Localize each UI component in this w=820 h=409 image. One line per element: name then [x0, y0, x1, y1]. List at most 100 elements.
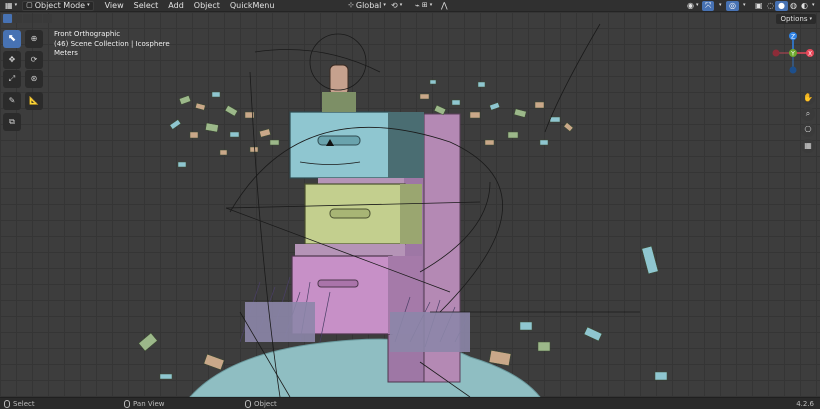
- gizmo-z-label: Z: [791, 34, 795, 41]
- shading-dropdown[interactable]: ▾: [809, 1, 818, 11]
- gizmo-z-negative[interactable]: [789, 66, 797, 74]
- status-pan: Pan View: [124, 399, 165, 408]
- tool-transform[interactable]: ⊛: [25, 70, 43, 88]
- material-sphere-icon: ◍: [790, 0, 797, 10]
- scale-icon: ⤢: [8, 74, 16, 83]
- transform-orientation-dropdown[interactable]: ⊹ Global ▾: [345, 1, 389, 11]
- chevron-down-icon: ▾: [399, 2, 403, 8]
- crosshair-circle-icon: ⊕: [30, 34, 38, 43]
- viewport-header: ▦ ▾ ▢ Object Mode ▾ View Select Add Obje…: [0, 0, 820, 12]
- figure-head: [329, 64, 349, 96]
- magnet-icon: ⌁: [415, 0, 420, 10]
- menu-view[interactable]: View: [100, 1, 129, 10]
- tool-scale[interactable]: ⤢: [3, 70, 21, 88]
- status-object-label: Object: [254, 399, 277, 408]
- chevron-down-icon: ▾: [383, 2, 386, 8]
- chevron-down-icon: ▾: [695, 2, 699, 8]
- gizmo-y-label: Y: [790, 51, 795, 58]
- menu-add[interactable]: Add: [163, 1, 189, 10]
- tool-measure[interactable]: 📐: [25, 92, 43, 110]
- grid-icon: ▦: [804, 141, 812, 150]
- zoom-view-button[interactable]: ⌕: [801, 107, 815, 121]
- transform-icon: ⊛: [30, 74, 38, 83]
- chevron-down-icon: ▾: [743, 2, 746, 8]
- viewport-info: Front Orthographic (46) Scene Collection…: [54, 30, 170, 59]
- mode-selector[interactable]: ▢ Object Mode ▾: [22, 0, 94, 11]
- select-new-button[interactable]: [3, 14, 12, 23]
- overlays-icon: ◎: [729, 0, 736, 10]
- status-object: Object: [245, 399, 277, 408]
- move-arrows-icon: ✥: [8, 55, 16, 64]
- hand-icon: ✋: [803, 93, 813, 102]
- editor-type-button[interactable]: ▦ ▾: [2, 1, 20, 11]
- camera-view-button[interactable]: ⎔: [801, 123, 815, 137]
- status-select: Select: [4, 399, 35, 408]
- chevron-down-icon: ▾: [809, 15, 812, 22]
- chevron-down-icon: ▾: [812, 2, 815, 8]
- mouse-middle-icon: [124, 399, 130, 408]
- chevron-down-icon: ▾: [719, 2, 722, 8]
- gizmo-dropdown[interactable]: ▾: [716, 1, 725, 11]
- ortho-toggle-button[interactable]: ▦: [801, 139, 815, 153]
- eye-icon: ◉: [687, 0, 694, 10]
- menu-object[interactable]: Object: [189, 1, 225, 10]
- options-label: Options: [780, 15, 808, 23]
- tool-select-box[interactable]: ⬉: [3, 30, 21, 48]
- status-select-label: Select: [13, 399, 35, 408]
- ruler-icon: 📐: [29, 96, 39, 105]
- options-dropdown[interactable]: Options ▾: [776, 14, 816, 24]
- select-subtract-button[interactable]: [23, 14, 32, 23]
- tool-rotate[interactable]: ⟳: [25, 51, 43, 69]
- select-intersect-button[interactable]: [43, 14, 52, 23]
- camera-icon: ⎔: [804, 125, 812, 134]
- mouse-left-icon: [4, 399, 10, 408]
- tool-cursor[interactable]: ⊕: [25, 30, 43, 48]
- overlays-toggle[interactable]: ◎: [726, 0, 739, 11]
- mouse-right-icon: [245, 399, 251, 408]
- navigation-gizmo[interactable]: Z X Y: [768, 28, 818, 78]
- mode-label: Object Mode: [34, 1, 86, 10]
- chevron-down-icon: ▾: [87, 2, 90, 8]
- menu-quickmenu[interactable]: QuickMenu: [225, 1, 280, 10]
- view3d-icon: ▦: [5, 0, 13, 10]
- snap-target-icon: ⊞: [421, 1, 428, 9]
- select-extend-button[interactable]: [13, 14, 22, 23]
- tool-move[interactable]: ✥: [3, 51, 21, 69]
- pencil-icon: ✎: [8, 96, 16, 105]
- proportional-edit-button[interactable]: ⋀: [438, 1, 451, 11]
- rotate-icon: ⟳: [30, 55, 38, 64]
- menu-select[interactable]: Select: [129, 1, 164, 10]
- xray-icon: ▣: [755, 0, 763, 10]
- visibility-toggle[interactable]: ◉ ▾: [684, 1, 702, 11]
- orientation-icon: ⊹: [348, 1, 354, 9]
- gizmo-toggle[interactable]: ⤧: [702, 0, 715, 11]
- ground-mesh: [189, 338, 541, 397]
- version-label: 4.2.6: [796, 399, 814, 408]
- status-version: 4.2.6: [796, 400, 814, 408]
- cursor-arrow-icon: ⬉: [7, 33, 17, 44]
- tool-add-cube[interactable]: ⧉: [3, 113, 21, 131]
- tool-annotate[interactable]: ✎: [3, 92, 21, 110]
- object-mode-icon: ▢: [26, 1, 33, 9]
- pivot-icon: ⟲: [391, 0, 398, 10]
- rendered-sphere-icon: ◐: [801, 0, 808, 10]
- chevron-down-icon: ▾: [429, 2, 433, 8]
- proportional-icon: ⋀: [441, 0, 448, 10]
- select-invert-button[interactable]: [33, 14, 42, 23]
- collection-info: (46) Scene Collection | Icosphere: [54, 39, 170, 48]
- 3d-viewport[interactable]: [0, 12, 820, 397]
- pivot-point-button[interactable]: ⟲ ▾: [388, 1, 405, 11]
- status-pan-label: Pan View: [133, 399, 165, 408]
- gizmo-icon: ⤧: [705, 0, 712, 10]
- overlays-dropdown[interactable]: ▾: [740, 1, 749, 11]
- chevron-down-icon: ▾: [14, 2, 18, 8]
- view-name: Front Orthographic: [54, 30, 121, 38]
- add-cube-icon: ⧉: [9, 117, 15, 126]
- units-label: Meters: [54, 49, 78, 57]
- status-bar: Select Pan View Object 4.2.6: [0, 397, 820, 409]
- snap-button[interactable]: ⌁ ⊞ ▾: [412, 1, 435, 11]
- orientation-label: Global: [355, 1, 382, 10]
- pan-view-button[interactable]: ✋: [801, 91, 815, 105]
- gizmo-x-label: X: [808, 51, 812, 58]
- gizmo-x-negative[interactable]: [772, 49, 780, 57]
